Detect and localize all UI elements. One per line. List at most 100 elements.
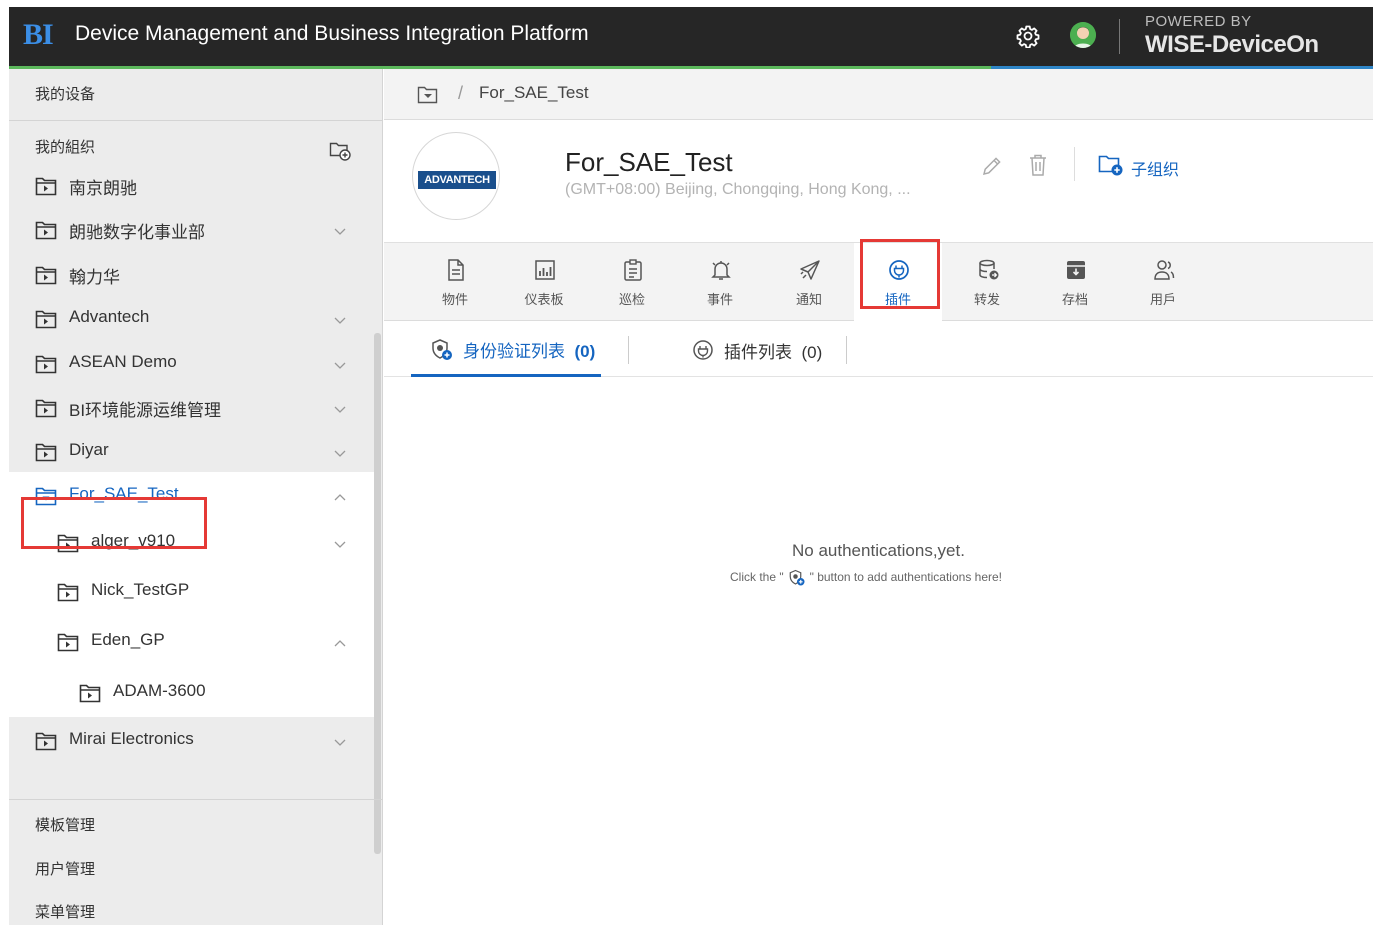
- toolbar-divider: [1074, 147, 1075, 181]
- tab-label: 通知: [795, 292, 822, 307]
- clipboard-icon: [624, 259, 642, 281]
- tree-item-label: Nick_TestGP: [91, 580, 190, 599]
- tree-item-label: 翰力华: [69, 268, 120, 287]
- org-name: For_SAE_Test: [565, 147, 733, 177]
- tab-document[interactable]: 物件: [411, 243, 499, 322]
- powered-by-label: POWERED BY: [1145, 13, 1252, 30]
- folder-open-icon: [417, 86, 438, 104]
- sidebar-item-menu-mgmt[interactable]: 菜单管理: [35, 901, 95, 922]
- subtab-divider: [628, 336, 629, 364]
- tree-item-label: Mirai Electronics: [69, 729, 194, 748]
- document-icon: [448, 259, 464, 281]
- tree-item[interactable]: Eden_GP: [9, 616, 377, 664]
- auth-count: (0): [574, 342, 596, 361]
- chevron-down-icon[interactable]: [333, 536, 347, 548]
- tab-send[interactable]: 通知: [765, 243, 853, 322]
- bell-icon: [711, 261, 731, 280]
- archive-icon: [1067, 261, 1085, 279]
- chevron-up-icon[interactable]: [333, 489, 347, 501]
- brand-logo: WISE-DeviceOn: [1145, 31, 1319, 58]
- chevron-down-icon[interactable]: [333, 734, 347, 746]
- tab-label: 仪表板: [524, 292, 564, 307]
- plugin-subtabs: 身份验证列表 (0) 插件列表 (0): [384, 322, 1373, 377]
- top-bar: BI Device Management and Business Integr…: [9, 7, 1373, 66]
- tab-users[interactable]: 用戶: [1119, 243, 1207, 322]
- sidebar-divider: [9, 799, 383, 800]
- tab-forward[interactable]: 转发: [943, 243, 1031, 322]
- chevron-down-icon[interactable]: [333, 312, 347, 324]
- plugin-icon: [693, 340, 713, 360]
- app-title: Device Management and Business Integrati…: [75, 22, 589, 45]
- tab-plugin-list[interactable]: 插件列表 (0): [680, 322, 850, 377]
- breadcrumb-current[interactable]: For_SAE_Test: [479, 83, 589, 103]
- tree-item-label: 南京朗驰: [69, 179, 137, 198]
- tree-item-label: BI环境能源运维管理: [69, 401, 222, 420]
- sidebar-item-my-org[interactable]: 我的組织: [35, 136, 95, 157]
- folder-icon: [35, 220, 57, 240]
- folder-icon: [79, 683, 101, 703]
- trash-icon[interactable]: [1027, 153, 1049, 177]
- advantech-logo: ADVANTECH: [418, 171, 496, 189]
- auth-list-label: 身份验证列表: [463, 342, 565, 361]
- hint-text-before: Click the ": [730, 570, 784, 585]
- org-tree: 南京朗驰朗驰数字化事业部翰力华 Advantech ASEAN Demo BI环境能源…: [9, 164, 377, 797]
- tab-archive[interactable]: 存档: [1031, 243, 1119, 322]
- tab-label: 存档: [1061, 292, 1088, 307]
- chevron-up-icon[interactable]: [333, 635, 347, 647]
- shield-add-icon: [432, 339, 452, 360]
- tree-item-label: Eden_GP: [91, 630, 165, 649]
- tab-dashboard[interactable]: 仪表板: [500, 243, 588, 322]
- tab-label: 用戶: [1149, 292, 1176, 307]
- plugin-list-label: 插件列表: [724, 343, 792, 362]
- folder-icon: [57, 582, 79, 602]
- tree-item[interactable]: Mirai Electronics: [9, 717, 377, 761]
- tab-bell[interactable]: 事件: [676, 243, 764, 322]
- highlight-box-plugin-tab: [860, 239, 940, 309]
- forward-icon: [979, 259, 999, 280]
- empty-state-title: No authentications,yet.: [792, 541, 965, 560]
- sidebar-item-user-mgmt[interactable]: 用户管理: [35, 858, 95, 879]
- users-icon: [1154, 260, 1175, 280]
- folder-icon: [35, 398, 57, 418]
- user-avatar[interactable]: [1070, 22, 1096, 48]
- dashboard-icon: [535, 260, 555, 280]
- edit-icon[interactable]: [981, 155, 1003, 177]
- tree-item[interactable]: 朗驰数字化事业部: [9, 206, 377, 250]
- tab-label: 事件: [706, 292, 733, 307]
- bi-logo: BI: [23, 18, 54, 51]
- chevron-down-icon[interactable]: [333, 401, 347, 413]
- folder-icon: [57, 632, 79, 652]
- tree-item[interactable]: 翰力华: [9, 251, 377, 295]
- shield-add-icon: [789, 569, 805, 586]
- gear-icon[interactable]: [1016, 24, 1040, 48]
- send-icon: [800, 260, 820, 280]
- tree-item[interactable]: BI环境能源运维管理: [9, 384, 377, 428]
- tree-item[interactable]: Advantech: [9, 295, 377, 339]
- sidebar-item-my-devices[interactable]: 我的设备: [35, 83, 95, 104]
- tab-label: 巡检: [618, 292, 645, 307]
- sidebar-item-template-mgmt[interactable]: 模板管理: [35, 814, 95, 835]
- plugin-count: (0): [801, 343, 823, 362]
- hint-text-after: " button to add authentications here!: [809, 570, 1003, 585]
- org-timezone: (GMT+08:00) Beijing, Chongqing, Hong Kon…: [565, 181, 911, 198]
- chevron-down-icon[interactable]: [333, 223, 347, 235]
- chevron-down-icon[interactable]: [333, 445, 347, 457]
- tree-item[interactable]: ADAM-3600: [9, 664, 377, 717]
- tree-item[interactable]: 南京朗驰: [9, 164, 377, 206]
- add-folder-icon: [1098, 155, 1123, 176]
- tree-item[interactable]: ASEAN Demo: [9, 340, 377, 384]
- tree-item[interactable]: Diyar: [9, 428, 377, 472]
- tree-item-label: Advantech: [69, 307, 150, 326]
- tab-auth-list[interactable]: 身份验证列表 (0): [411, 322, 601, 377]
- folder-icon: [35, 309, 57, 329]
- add-folder-icon[interactable]: [329, 141, 351, 161]
- org-logo: ADVANTECH: [412, 132, 500, 220]
- tab-clipboard[interactable]: 巡检: [588, 243, 676, 322]
- sidebar-scrollbar[interactable]: [374, 333, 381, 854]
- tree-item[interactable]: Nick_TestGP: [9, 564, 377, 616]
- folder-icon: [35, 265, 57, 285]
- chevron-down-icon[interactable]: [333, 357, 347, 369]
- folder-icon: [35, 731, 57, 751]
- tree-item-label: ASEAN Demo: [69, 352, 177, 371]
- subtab-divider: [846, 336, 847, 364]
